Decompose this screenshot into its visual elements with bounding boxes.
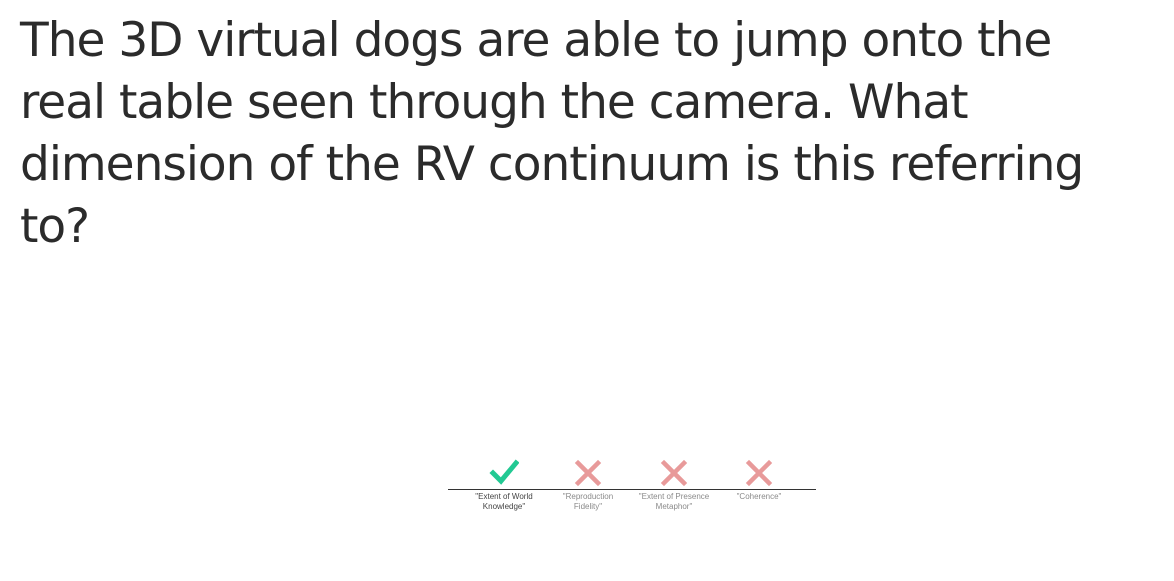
cross-icon: [745, 459, 773, 487]
answer-option-label: "Reproduction Fidelity": [562, 492, 614, 511]
cross-icon: [660, 459, 688, 487]
answer-option-label: "Coherence": [736, 492, 782, 501]
answer-option-label: "Extent of World Knowledge": [475, 492, 533, 511]
results-baseline: [448, 489, 816, 490]
question-text: The 3D virtual dogs are able to jump ont…: [20, 13, 1084, 254]
answer-option-label: "Extent of Presence Metaphor": [638, 492, 710, 511]
cross-icon: [574, 459, 602, 487]
check-icon: [489, 459, 519, 485]
answer-results: "Extent of World Knowledge" "Reproductio…: [448, 456, 816, 536]
